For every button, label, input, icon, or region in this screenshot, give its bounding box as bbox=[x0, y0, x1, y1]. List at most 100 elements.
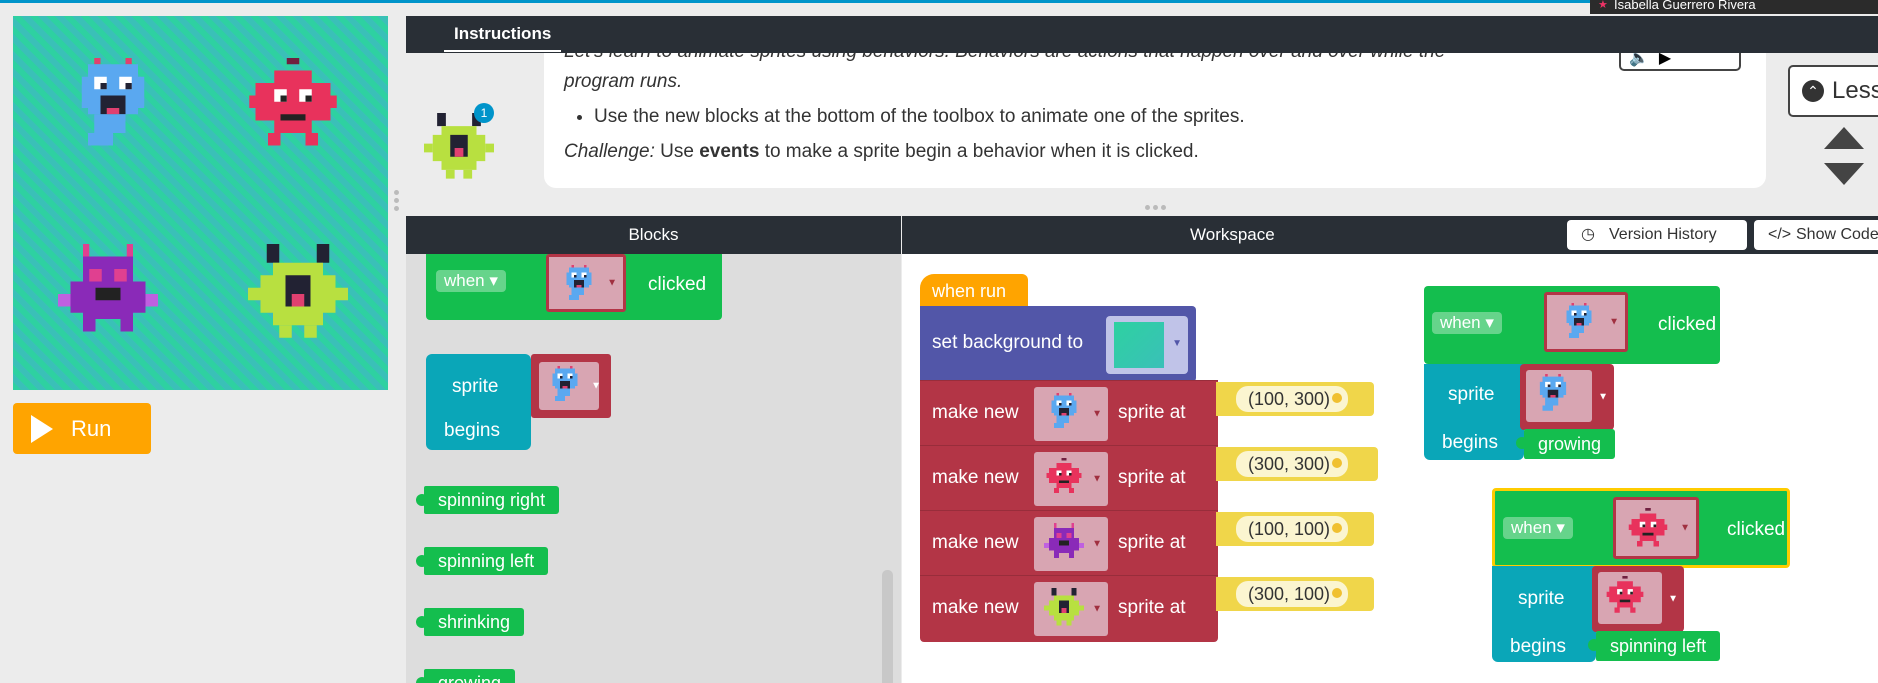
blue-monster-sprite[interactable] bbox=[63, 58, 163, 158]
make-new-sprite-row[interactable]: make new ▼ sprite at bbox=[920, 445, 1218, 510]
sprite-picker[interactable]: ▼ bbox=[1034, 452, 1108, 506]
run-button[interactable]: Run bbox=[13, 403, 151, 454]
make-new-label: make new bbox=[932, 532, 1019, 553]
pink-monster-sprite[interactable] bbox=[243, 58, 343, 158]
sprite-picker[interactable]: ▼ bbox=[1034, 387, 1108, 441]
make-new-sprite-row[interactable]: make new ▼ sprite at bbox=[920, 380, 1218, 445]
sprite-picker[interactable]: ▼ bbox=[1034, 582, 1108, 636]
sprite-picker[interactable]: ▼ bbox=[531, 354, 611, 418]
when-dropdown[interactable]: when ▾ bbox=[1503, 517, 1573, 539]
play-audio-icon[interactable]: ▶ bbox=[1659, 53, 1671, 68]
scroll-down-arrow[interactable] bbox=[1824, 163, 1864, 185]
event2-when-clicked-block[interactable]: when ▾ ▼ clicked bbox=[1492, 488, 1790, 568]
coordinate-text: (300, 100) bbox=[1248, 584, 1331, 604]
make-new-label: make new bbox=[932, 402, 1019, 423]
behavior-shrinking[interactable]: shrinking bbox=[415, 608, 525, 636]
coordinate-value[interactable]: (100, 100) bbox=[1236, 516, 1349, 542]
clicked-label: clicked bbox=[1727, 519, 1786, 540]
coordinate-text: (100, 300) bbox=[1248, 389, 1331, 409]
when-label: when bbox=[1440, 313, 1481, 332]
when-label: when bbox=[444, 271, 485, 290]
blue-monster-icon bbox=[559, 265, 599, 305]
set-background-block[interactable]: set background to ▼ bbox=[920, 306, 1196, 382]
blue-monster-icon bbox=[545, 366, 585, 406]
sprite-at-label: sprite at bbox=[1118, 402, 1186, 423]
when-dropdown[interactable]: when ▾ bbox=[436, 270, 506, 292]
coordinate-block[interactable]: (100, 300) bbox=[1216, 382, 1374, 416]
run-label: Run bbox=[71, 415, 112, 441]
challenge-post: to make a sprite begin a behavior when i… bbox=[764, 141, 1199, 162]
purple-monster-sprite[interactable] bbox=[58, 244, 158, 344]
instructions-bullet: Use the new blocks at the bottom of the … bbox=[594, 97, 1746, 137]
horizontal-resize-handle[interactable] bbox=[1145, 205, 1166, 210]
instructions-line1: Let's learn to animate sprites using beh… bbox=[564, 53, 1746, 67]
event1-sprite-begins-block[interactable]: sprite begins bbox=[1424, 364, 1524, 460]
workspace[interactable]: when run set background to ▼ make new ▼ sp… bbox=[902, 254, 1878, 683]
event1-when-clicked-block[interactable]: when ▾ ▼ clicked bbox=[1424, 286, 1720, 364]
background-picker[interactable]: ▼ bbox=[1106, 316, 1188, 374]
sprite-at-label: sprite at bbox=[1118, 532, 1186, 553]
behavior-spinning-right[interactable]: spinning right bbox=[415, 486, 560, 514]
sprite-picker[interactable]: ▼ bbox=[1592, 566, 1684, 632]
coordinate-block[interactable]: (100, 100) bbox=[1216, 512, 1374, 546]
when-run-label: when run bbox=[932, 281, 1007, 301]
show-code-label: Show Code bbox=[1796, 226, 1878, 243]
workspace-header: Workspace ◷ Version History </> Show Cod… bbox=[902, 216, 1878, 254]
sprite-at-label: sprite at bbox=[1118, 467, 1186, 488]
event2-behavior[interactable]: spinning left bbox=[1587, 631, 1721, 661]
speaker-icon[interactable]: 🔈 bbox=[1629, 53, 1649, 68]
challenge-pre: Use bbox=[660, 141, 694, 162]
coordinate-text: (300, 300) bbox=[1248, 454, 1331, 474]
coordinate-value[interactable]: (300, 300) bbox=[1236, 451, 1349, 477]
coordinate-value[interactable]: (100, 300) bbox=[1236, 386, 1349, 412]
green-monster-sprite[interactable] bbox=[248, 244, 348, 344]
tab-instructions[interactable]: Instructions bbox=[444, 24, 562, 52]
coordinate-block[interactable]: (300, 300) bbox=[1216, 447, 1378, 481]
location-picker-icon[interactable] bbox=[1332, 523, 1343, 533]
game-stage[interactable] bbox=[13, 16, 388, 390]
blue-monster-icon bbox=[1559, 303, 1599, 343]
less-button[interactable]: ⌃ Less bbox=[1788, 65, 1878, 117]
location-picker-icon[interactable] bbox=[1332, 458, 1343, 468]
begins-label: begins bbox=[1442, 432, 1498, 453]
hint-lightbulb-icon[interactable]: 1 bbox=[474, 103, 494, 123]
make-new-sprite-row[interactable]: make new ▼ sprite at bbox=[920, 575, 1218, 640]
sprite-label: sprite bbox=[1448, 384, 1495, 405]
toolbox-sprite-begins-block[interactable]: sprite begins bbox=[426, 354, 531, 450]
show-code-button[interactable]: </> Show Code bbox=[1754, 220, 1878, 250]
instructions-bubble: Let's learn to animate sprites using beh… bbox=[544, 53, 1766, 188]
sprite-picker[interactable]: ▼ bbox=[1544, 292, 1628, 352]
toolbox[interactable]: when ▾ ▼ clicked sprite begins ▼ spinnin… bbox=[406, 254, 901, 683]
make-new-sprite-row[interactable]: make new ▼ sprite at bbox=[920, 510, 1218, 575]
sprite-picker[interactable]: ▼ bbox=[1034, 517, 1108, 571]
toolbox-when-clicked-block[interactable]: when ▾ ▼ clicked bbox=[426, 254, 722, 320]
green-monster-icon bbox=[1044, 588, 1084, 628]
audio-controls[interactable]: 🔈 ▶ bbox=[1619, 53, 1741, 71]
sprite-picker[interactable]: ▼ bbox=[1520, 364, 1614, 430]
coordinate-block[interactable]: (300, 100) bbox=[1216, 577, 1374, 611]
scroll-up-arrow[interactable] bbox=[1824, 127, 1864, 149]
when-run-block[interactable]: when run bbox=[920, 274, 1028, 310]
behavior-spinning-left[interactable]: spinning left bbox=[415, 547, 549, 575]
behavior-growing[interactable]: growing bbox=[415, 669, 516, 683]
user-menu[interactable]: ★ Isabella Guerrero Rivera bbox=[1590, 0, 1878, 14]
location-picker-icon[interactable] bbox=[1332, 588, 1343, 598]
play-icon bbox=[31, 414, 53, 443]
collapse-icon: ⌃ bbox=[1802, 80, 1824, 102]
event2-sprite-begins-block[interactable]: sprite begins bbox=[1492, 566, 1596, 662]
code-icon: </> bbox=[1768, 226, 1792, 243]
when-dropdown[interactable]: when ▾ bbox=[1432, 312, 1502, 334]
sprite-picker[interactable]: ▼ bbox=[1613, 497, 1699, 559]
coordinate-value[interactable]: (300, 100) bbox=[1236, 581, 1349, 607]
toolbox-scrollbar[interactable] bbox=[882, 570, 893, 683]
event1-behavior[interactable]: growing bbox=[1515, 429, 1616, 459]
sprite-picker[interactable]: ▼ bbox=[546, 254, 626, 312]
location-picker-icon[interactable] bbox=[1332, 393, 1343, 403]
version-history-button[interactable]: ◷ Version History bbox=[1567, 220, 1747, 250]
sprite-label: sprite bbox=[1518, 588, 1565, 609]
challenge-bold: events bbox=[699, 141, 760, 162]
clicked-label: clicked bbox=[648, 274, 707, 295]
user-icon: ★ bbox=[1598, 0, 1608, 11]
vertical-resize-handle[interactable] bbox=[394, 190, 400, 214]
purple-monster-icon bbox=[1044, 523, 1084, 563]
